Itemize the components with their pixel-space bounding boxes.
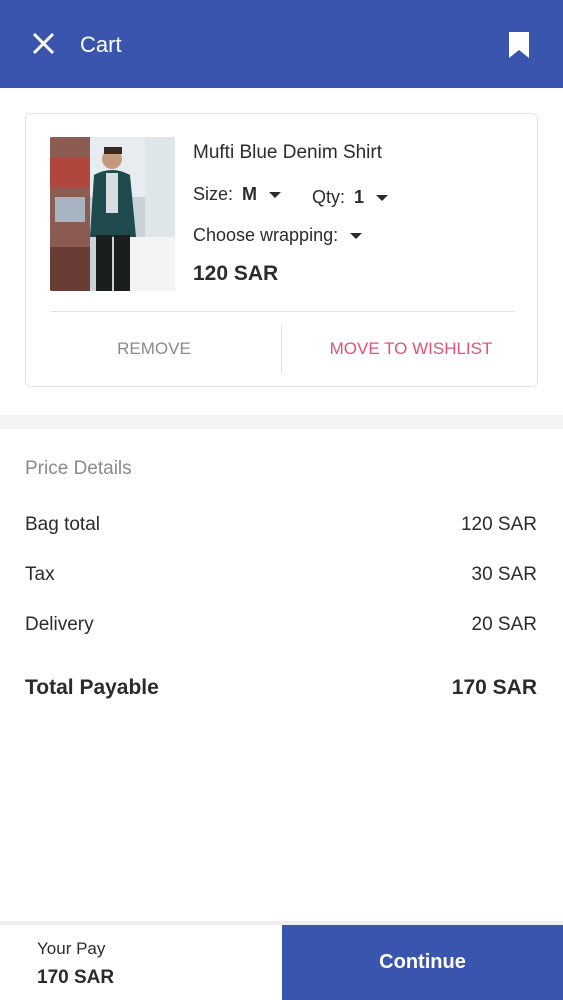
continue-button[interactable]: Continue: [282, 925, 563, 1000]
price-row-tax: Tax 30 SAR: [25, 564, 537, 586]
move-to-wishlist-button[interactable]: MOVE TO WISHLIST: [296, 339, 526, 359]
divider: [50, 311, 515, 312]
item-price: 120 SAR: [193, 262, 279, 285]
price-row-label: Tax: [25, 564, 55, 585]
price-row-value: 120 SAR: [460, 514, 537, 535]
price-details-heading: Price Details: [25, 458, 132, 479]
price-row-delivery: Delivery 20 SAR: [25, 614, 537, 636]
product-name[interactable]: Mufti Blue Denim Shirt: [193, 142, 382, 164]
your-pay-label: Your Pay: [37, 939, 106, 958]
qty-value: 1: [354, 187, 365, 207]
wrapping-selector[interactable]: Choose wrapping:: [193, 225, 363, 246]
caret-down-icon[interactable]: [350, 232, 363, 239]
size-label: Size:: [193, 184, 234, 204]
total-value: 170 SAR: [451, 676, 537, 699]
qty-selector[interactable]: Qty: 1: [312, 187, 389, 208]
wrapping-label: Choose wrapping:: [193, 225, 339, 245]
remove-button[interactable]: REMOVE: [50, 339, 258, 359]
close-icon[interactable]: [30, 30, 58, 58]
checkout-bar: Your Pay 170 SAR Continue: [0, 921, 563, 1000]
bookmark-icon[interactable]: [506, 30, 532, 60]
caret-down-icon[interactable]: [269, 191, 282, 198]
price-row-value: 20 SAR: [471, 614, 537, 635]
price-row-bag-total: Bag total 120 SAR: [25, 514, 537, 536]
qty-label: Qty:: [312, 187, 346, 207]
price-row-value: 30 SAR: [471, 564, 537, 585]
your-pay-value: 170 SAR: [37, 967, 115, 988]
price-row-label: Delivery: [25, 614, 94, 635]
total-label: Total Payable: [25, 676, 159, 699]
section-separator: [0, 415, 563, 429]
price-row-total: Total Payable 170 SAR: [25, 676, 537, 700]
size-value: M: [242, 184, 258, 204]
price-row-label: Bag total: [25, 514, 100, 535]
app-header: Cart: [0, 0, 563, 88]
caret-down-icon[interactable]: [376, 194, 389, 201]
cart-item-card: Mufti Blue Denim Shirt Size: M Qty: 1 Ch…: [25, 113, 538, 387]
product-image[interactable]: [50, 137, 175, 291]
page-title: Cart: [80, 32, 122, 57]
divider: [281, 324, 282, 374]
size-selector[interactable]: Size: M: [193, 184, 282, 205]
